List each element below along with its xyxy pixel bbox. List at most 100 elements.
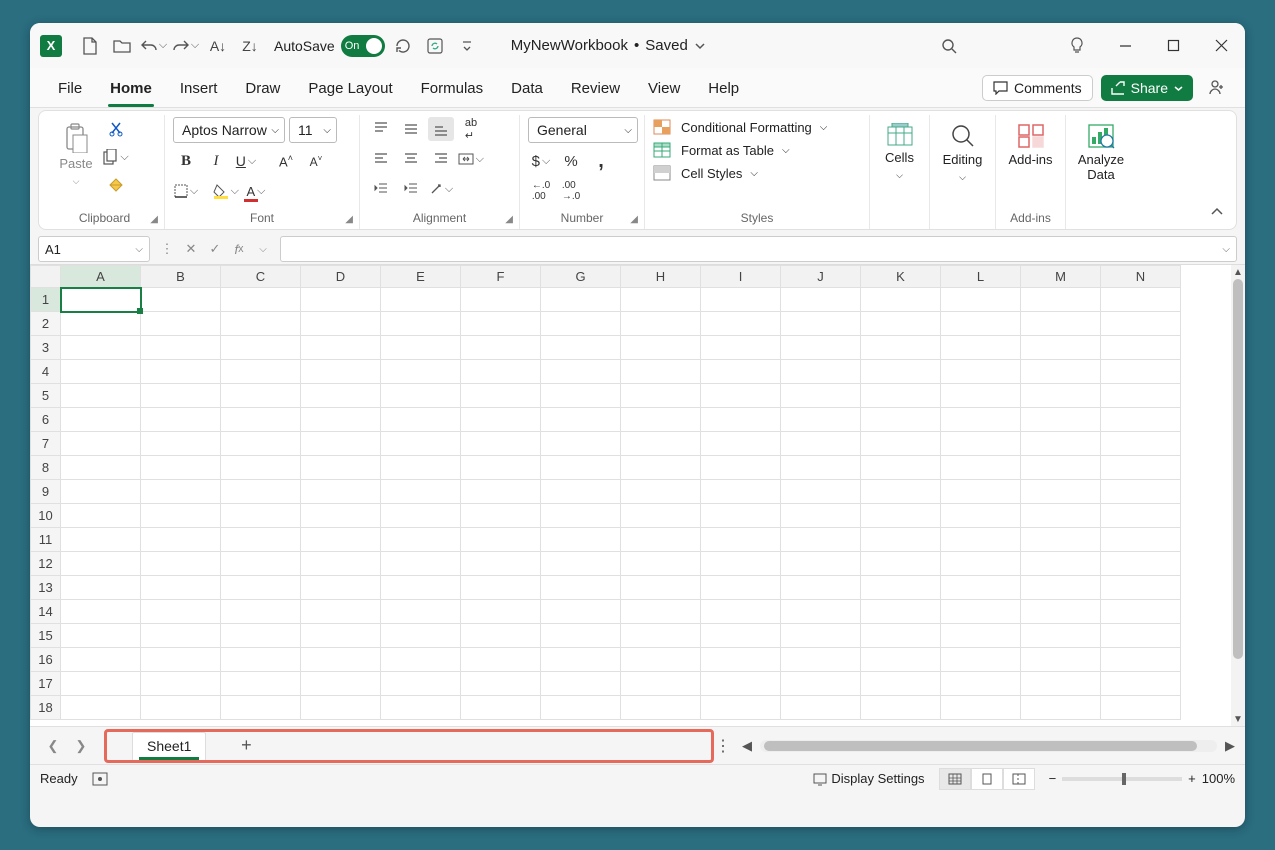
cell[interactable] — [861, 408, 941, 432]
decrease-font-button[interactable]: A˅ — [303, 149, 329, 173]
cell[interactable] — [1101, 672, 1181, 696]
cell-styles-button[interactable]: Cell Styles⌵ — [653, 165, 827, 181]
row-header[interactable]: 9 — [31, 480, 61, 504]
cell[interactable] — [61, 336, 141, 360]
cell[interactable] — [781, 624, 861, 648]
cell[interactable] — [941, 696, 1021, 720]
cell[interactable] — [1021, 576, 1101, 600]
cell[interactable] — [1101, 432, 1181, 456]
cell[interactable] — [541, 384, 621, 408]
cell[interactable] — [61, 672, 141, 696]
wrap-text-button[interactable]: ab↵ — [458, 117, 484, 141]
cell[interactable] — [381, 384, 461, 408]
align-left-button[interactable] — [368, 147, 394, 171]
cell[interactable] — [701, 312, 781, 336]
cell[interactable] — [141, 624, 221, 648]
redo-button[interactable] — [172, 32, 200, 60]
cell[interactable] — [141, 456, 221, 480]
horizontal-scrollbar[interactable]: ◀ ▶ — [732, 737, 1245, 755]
column-header[interactable]: G — [541, 266, 621, 288]
cell[interactable] — [861, 624, 941, 648]
lightbulb-icon[interactable] — [1063, 32, 1091, 60]
cell[interactable] — [221, 504, 301, 528]
cell[interactable] — [941, 576, 1021, 600]
cell[interactable] — [61, 312, 141, 336]
cell[interactable] — [621, 312, 701, 336]
cell[interactable] — [701, 696, 781, 720]
cell[interactable] — [141, 432, 221, 456]
cell[interactable] — [61, 576, 141, 600]
cell[interactable] — [61, 384, 141, 408]
comma-button[interactable]: , — [588, 149, 614, 173]
cell[interactable] — [701, 288, 781, 312]
cell[interactable] — [221, 576, 301, 600]
font-color-button[interactable]: A — [243, 179, 269, 203]
cell[interactable] — [781, 456, 861, 480]
cell[interactable] — [461, 672, 541, 696]
cell[interactable] — [941, 408, 1021, 432]
align-center-button[interactable] — [398, 147, 424, 171]
font-size-select[interactable]: 11⌵ — [289, 117, 337, 143]
cell[interactable] — [861, 576, 941, 600]
cell[interactable] — [141, 552, 221, 576]
column-header[interactable]: J — [781, 266, 861, 288]
vertical-scrollbar[interactable]: ▲ ▼ — [1231, 265, 1245, 726]
cell[interactable] — [941, 480, 1021, 504]
cell[interactable] — [541, 432, 621, 456]
cell[interactable] — [301, 648, 381, 672]
dialog-launcher-icon[interactable]: ◢ — [630, 214, 638, 225]
cell[interactable] — [221, 600, 301, 624]
cell[interactable] — [461, 312, 541, 336]
cell[interactable] — [701, 360, 781, 384]
cell[interactable] — [541, 336, 621, 360]
cell[interactable] — [701, 600, 781, 624]
cell[interactable] — [781, 576, 861, 600]
cell[interactable] — [1021, 672, 1101, 696]
tab-view[interactable]: View — [634, 74, 694, 107]
cell[interactable] — [781, 432, 861, 456]
column-header[interactable]: C — [221, 266, 301, 288]
row-header[interactable]: 15 — [31, 624, 61, 648]
row-header[interactable]: 2 — [31, 312, 61, 336]
row-header[interactable]: 3 — [31, 336, 61, 360]
cell[interactable] — [861, 480, 941, 504]
cell[interactable] — [781, 480, 861, 504]
cell[interactable] — [301, 528, 381, 552]
cell[interactable] — [141, 480, 221, 504]
cell[interactable] — [1101, 360, 1181, 384]
cell[interactable] — [941, 528, 1021, 552]
cell[interactable] — [541, 360, 621, 384]
align-top-button[interactable] — [368, 117, 394, 141]
cell[interactable] — [861, 600, 941, 624]
cell[interactable] — [301, 696, 381, 720]
cell[interactable] — [1101, 504, 1181, 528]
font-name-select[interactable]: Aptos Narrow⌵ — [173, 117, 285, 143]
zoom-out-button[interactable]: − — [1049, 771, 1057, 786]
cell[interactable] — [701, 480, 781, 504]
row-header[interactable]: 18 — [31, 696, 61, 720]
cell[interactable] — [781, 336, 861, 360]
column-header[interactable]: A — [61, 266, 141, 288]
cell[interactable] — [781, 384, 861, 408]
cell[interactable] — [781, 648, 861, 672]
tab-formulas[interactable]: Formulas — [407, 74, 498, 107]
cell[interactable] — [1101, 696, 1181, 720]
search-icon[interactable] — [935, 32, 963, 60]
cell[interactable] — [941, 672, 1021, 696]
refresh-icon[interactable] — [389, 32, 417, 60]
cell[interactable] — [301, 600, 381, 624]
cell[interactable] — [461, 600, 541, 624]
row-header[interactable]: 6 — [31, 408, 61, 432]
cell[interactable] — [141, 696, 221, 720]
cell[interactable] — [941, 624, 1021, 648]
sort-asc-icon[interactable]: A↓ — [204, 32, 232, 60]
tab-home[interactable]: Home — [96, 74, 166, 107]
bold-button[interactable]: B — [173, 149, 199, 173]
cell[interactable] — [621, 504, 701, 528]
cell[interactable] — [541, 528, 621, 552]
cell[interactable] — [1101, 648, 1181, 672]
zoom-control[interactable]: − + 100% — [1049, 771, 1235, 786]
cell[interactable] — [621, 432, 701, 456]
cell[interactable] — [221, 360, 301, 384]
cell[interactable] — [301, 288, 381, 312]
